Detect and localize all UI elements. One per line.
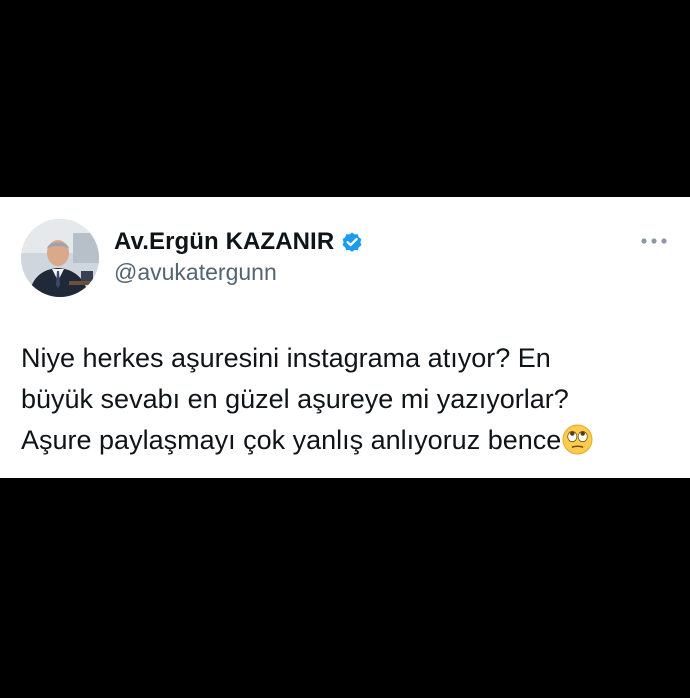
- author-handle[interactable]: @avukatergunn: [114, 259, 277, 286]
- rolling-eyes-emoji-icon: [562, 424, 593, 455]
- tweet-text: Niye herkes aşuresini instagrama atıyor?…: [21, 338, 671, 461]
- more-options-icon[interactable]: [638, 233, 670, 249]
- avatar[interactable]: [21, 219, 99, 297]
- tweet-card[interactable]: Av.Ergün KAZANIR @avukatergunn Niye herk…: [0, 197, 690, 478]
- screenshot-frame: Av.Ergün KAZANIR @avukatergunn Niye herk…: [0, 0, 690, 698]
- author-name-row: Av.Ergün KAZANIR: [114, 227, 364, 257]
- tweet-text-line: büyük sevabı en güzel aşureye mi yazıyor…: [21, 384, 569, 414]
- verified-badge-icon: [340, 230, 364, 254]
- profile-photo-icon: [21, 219, 99, 297]
- tweet-text-line-last: Aşure paylaşmayı çok yanlış anlıyoruz be…: [21, 420, 671, 461]
- author-display-name[interactable]: Av.Ergün KAZANIR: [114, 228, 334, 256]
- tweet-text-line: Aşure paylaşmayı çok yanlış anlıyoruz be…: [21, 425, 562, 455]
- tweet-text-line: Niye herkes aşuresini instagrama atıyor?…: [21, 343, 551, 373]
